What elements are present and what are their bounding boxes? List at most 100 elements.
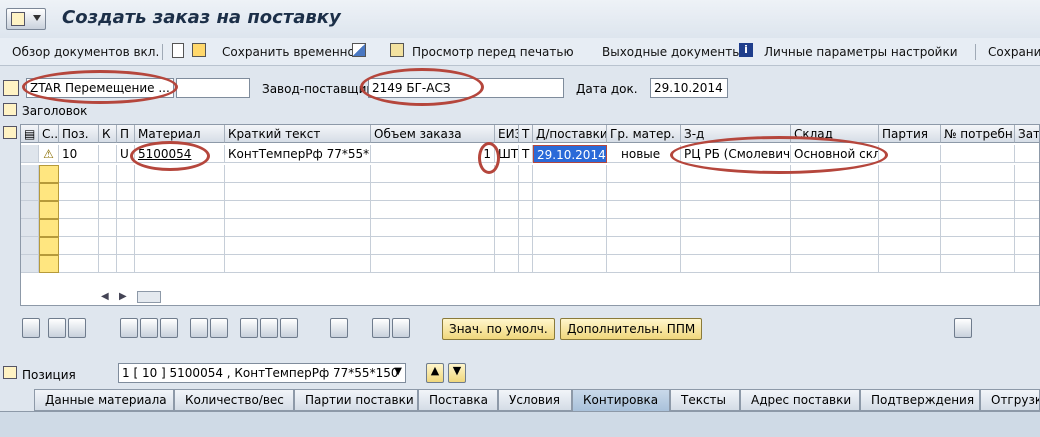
- table-cell[interactable]: [135, 201, 225, 219]
- print-preview-button[interactable]: Просмотр перед печатью: [412, 45, 574, 59]
- table-cell[interactable]: [39, 165, 59, 183]
- info-icon[interactable]: i: [739, 43, 753, 57]
- table-cell[interactable]: [99, 237, 117, 255]
- row-selector[interactable]: [21, 219, 39, 237]
- table-cell[interactable]: [1015, 255, 1039, 273]
- table-cell[interactable]: [681, 237, 791, 255]
- doc-date-field[interactable]: 29.10.2014: [650, 78, 728, 98]
- tab-2[interactable]: Количество/вес: [174, 389, 294, 411]
- column-header[interactable]: К: [99, 125, 117, 143]
- table-cell[interactable]: [225, 165, 371, 183]
- row-selector[interactable]: [21, 255, 39, 273]
- lock-icon[interactable]: [140, 318, 158, 338]
- table-cell[interactable]: [791, 255, 879, 273]
- table-cell[interactable]: [1015, 183, 1039, 201]
- table-cell[interactable]: [941, 237, 1015, 255]
- export-icon[interactable]: [392, 318, 410, 338]
- table-cell[interactable]: [533, 201, 607, 219]
- table-cell[interactable]: [117, 237, 135, 255]
- position-cell[interactable]: 10: [59, 145, 99, 163]
- table-cell[interactable]: [941, 183, 1015, 201]
- layout-icon[interactable]: [954, 318, 972, 338]
- table-cell[interactable]: [879, 183, 941, 201]
- table-cell[interactable]: [495, 255, 519, 273]
- column-header[interactable]: Партия: [879, 125, 941, 143]
- table-cell[interactable]: [519, 255, 533, 273]
- next-item-button[interactable]: ▼: [448, 363, 466, 383]
- delivery-date-cell[interactable]: 29.10.2014: [533, 145, 607, 163]
- cart-icon[interactable]: [3, 80, 19, 96]
- table-cell[interactable]: [371, 255, 495, 273]
- batch-cell[interactable]: [879, 145, 941, 163]
- column-header[interactable]: Д/поставки: [533, 125, 607, 143]
- tab-1[interactable]: Данные материала: [34, 389, 174, 411]
- table-cell[interactable]: [879, 237, 941, 255]
- personal-settings-button[interactable]: Личные параметры настройки: [764, 45, 958, 59]
- table-cell[interactable]: [1015, 219, 1039, 237]
- table-cell[interactable]: [533, 183, 607, 201]
- column-header[interactable]: П: [117, 125, 135, 143]
- table-cell[interactable]: [117, 255, 135, 273]
- tab-6[interactable]: Контировка: [572, 389, 670, 411]
- deselect-all-icon[interactable]: [68, 318, 86, 338]
- supplying-plant-field[interactable]: 2149 БГ-АСЗ: [368, 78, 564, 98]
- column-header[interactable]: С...: [39, 125, 59, 143]
- requirement-cell[interactable]: [941, 145, 1015, 163]
- table-cell[interactable]: [225, 255, 371, 273]
- table-cell[interactable]: [1015, 201, 1039, 219]
- scroll-right-icon[interactable]: ▶: [119, 291, 127, 302]
- column-header[interactable]: Т: [519, 125, 533, 143]
- table-cell[interactable]: [135, 255, 225, 273]
- table-cell[interactable]: [519, 237, 533, 255]
- table-cell[interactable]: [681, 255, 791, 273]
- table-cell[interactable]: [941, 255, 1015, 273]
- tab-4[interactable]: Поставка: [418, 389, 498, 411]
- chevron-down-icon[interactable]: ▼: [394, 366, 402, 377]
- table-cell[interactable]: [495, 219, 519, 237]
- column-header[interactable]: Материал: [135, 125, 225, 143]
- system-menu-icon[interactable]: [6, 8, 46, 30]
- table-cell[interactable]: [225, 237, 371, 255]
- hand-icon[interactable]: [330, 318, 348, 338]
- table-cell[interactable]: [941, 219, 1015, 237]
- table-cell[interactable]: [681, 219, 791, 237]
- save-button[interactable]: Сохранит: [988, 45, 1040, 59]
- table-cell[interactable]: [681, 165, 791, 183]
- copy-document-icon[interactable]: [192, 43, 206, 57]
- table-settings-icon[interactable]: ▤: [21, 125, 39, 143]
- table-cell[interactable]: [791, 201, 879, 219]
- expand-header-icon[interactable]: [3, 103, 17, 116]
- table-cell[interactable]: [791, 183, 879, 201]
- storage-cell[interactable]: Основной скл...: [791, 145, 879, 163]
- table-cell[interactable]: [519, 201, 533, 219]
- tab-7[interactable]: Тексты: [670, 389, 740, 411]
- table-cell[interactable]: [607, 201, 681, 219]
- tab-5[interactable]: Условия: [498, 389, 572, 411]
- table-cell[interactable]: [533, 165, 607, 183]
- table-cell[interactable]: [495, 237, 519, 255]
- filter-off-icon[interactable]: [280, 318, 298, 338]
- expand-item-detail-icon[interactable]: [3, 366, 17, 379]
- table-cell[interactable]: [371, 219, 495, 237]
- column-header[interactable]: З-д: [681, 125, 791, 143]
- expand-items-icon[interactable]: [3, 126, 17, 139]
- details-icon[interactable]: [22, 318, 40, 338]
- table-cell[interactable]: [519, 165, 533, 183]
- overview-button[interactable]: Обзор документов вкл.: [12, 45, 159, 59]
- tab-3[interactable]: Партии поставки: [294, 389, 418, 411]
- table-cell[interactable]: [607, 219, 681, 237]
- order-type-select[interactable]: ZTAR Перемещение ...: [26, 78, 174, 98]
- table-cell[interactable]: [135, 237, 225, 255]
- table-cell[interactable]: [533, 255, 607, 273]
- table-cell[interactable]: [791, 237, 879, 255]
- table-cell[interactable]: [39, 183, 59, 201]
- table-cell[interactable]: [1015, 165, 1039, 183]
- row-selector[interactable]: [21, 183, 39, 201]
- account-cat-cell[interactable]: [99, 145, 117, 163]
- table-cell[interactable]: [371, 201, 495, 219]
- table-cell[interactable]: [135, 165, 225, 183]
- table-cell[interactable]: [941, 201, 1015, 219]
- delete-icon[interactable]: [120, 318, 138, 338]
- scroll-left-icon[interactable]: ◀: [101, 291, 109, 302]
- table-cell[interactable]: [879, 165, 941, 183]
